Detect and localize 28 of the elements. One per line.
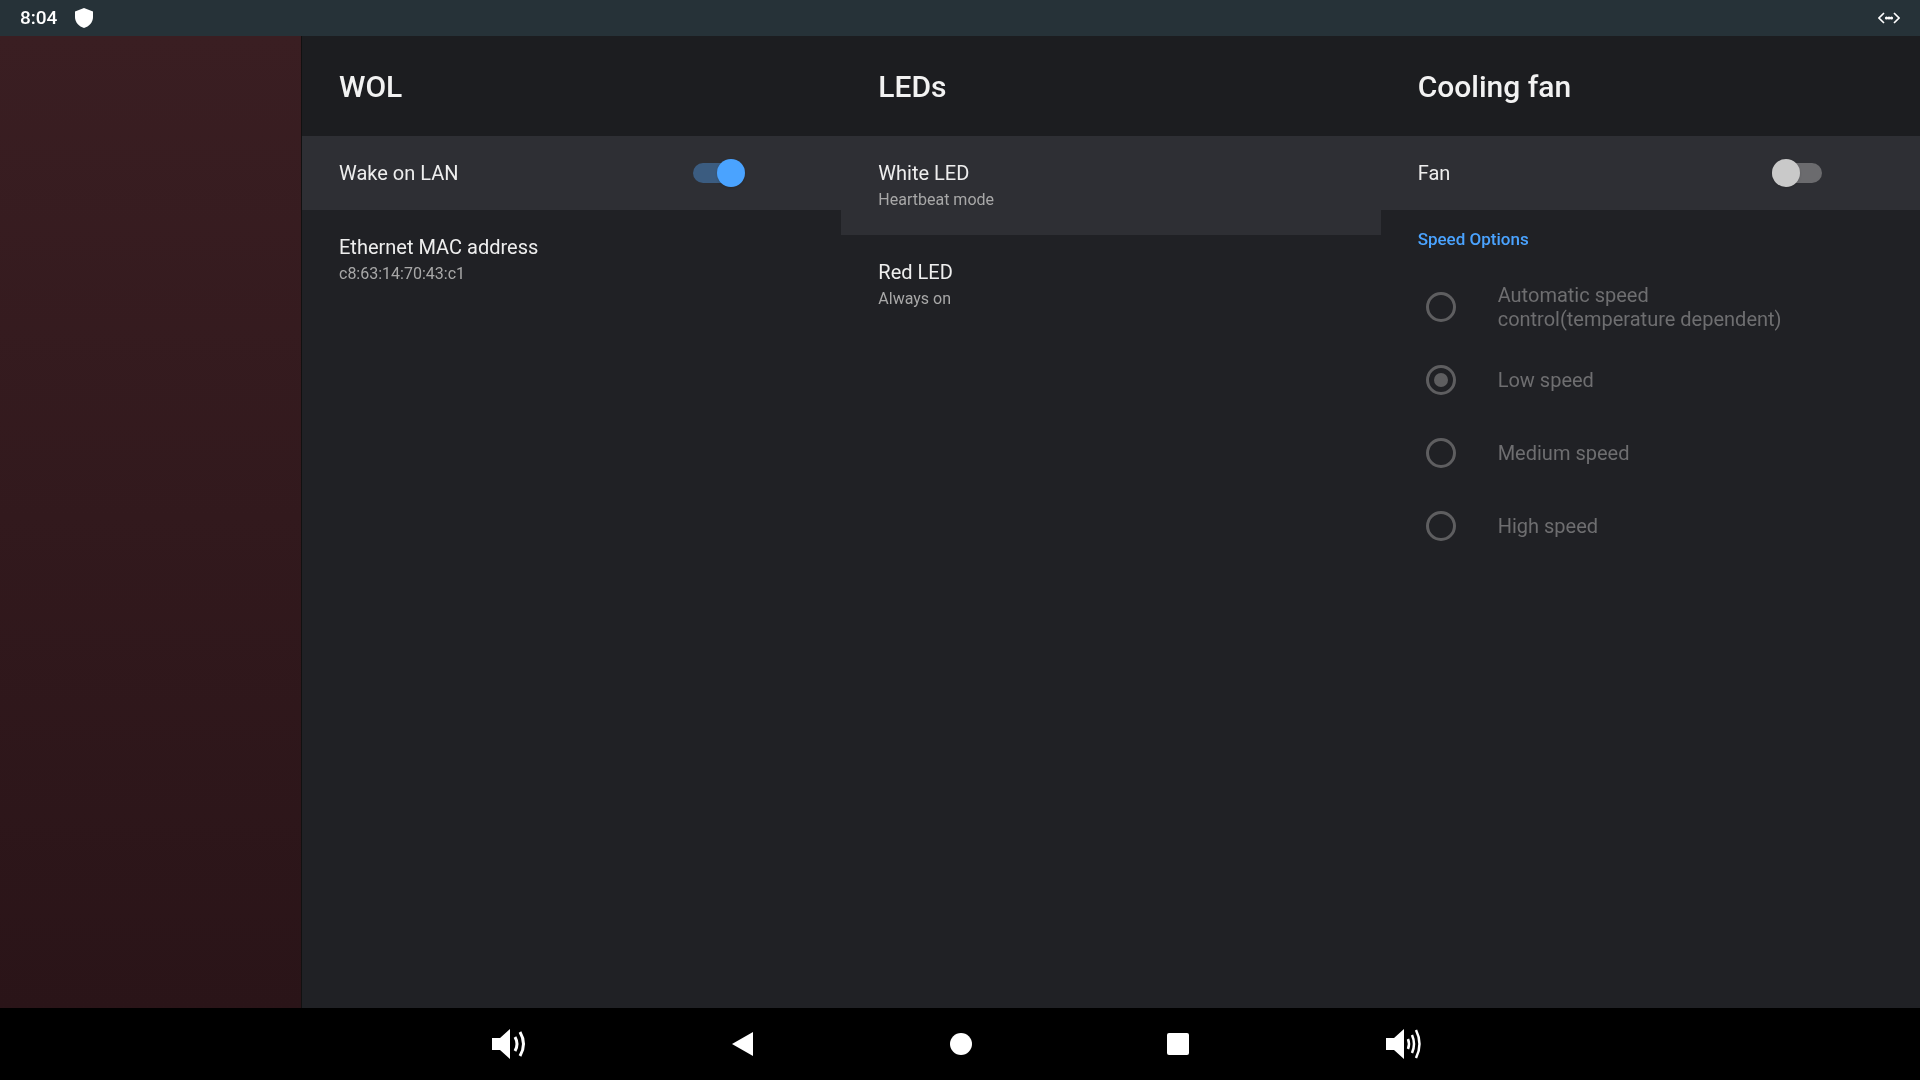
- category-header: Speed Options: [1417, 228, 1529, 252]
- home-icon[interactable]: [950, 1033, 972, 1055]
- option-label: Medium speed: [1497, 440, 1630, 465]
- setting-summary: Always on: [878, 287, 953, 310]
- setting-summary: Heartbeat mode: [878, 188, 995, 211]
- column-title: Cooling fan: [1417, 67, 1572, 106]
- settings-row[interactable]: Red LED Always on: [841, 235, 1381, 334]
- code-brackets-icon: [1878, 11, 1900, 25]
- option-label: Low speed: [1497, 367, 1594, 392]
- settings-row[interactable]: Fan: [1380, 136, 1920, 210]
- setting-label: Ethernet MAC address: [339, 233, 540, 261]
- setting-label: White LED: [878, 159, 971, 187]
- shield-icon: [75, 8, 94, 28]
- toggle-switch[interactable]: [693, 159, 746, 187]
- toggle-switch[interactable]: [1772, 159, 1824, 187]
- setting-summary: c8:63:14:70:43:c1: [339, 262, 467, 285]
- option-label: High speed: [1497, 513, 1599, 538]
- option-label: Automatic speed control(temperature dependent): [1497, 282, 1783, 331]
- column-title: LEDs: [878, 67, 947, 106]
- back-icon[interactable]: [731, 1031, 755, 1057]
- status-time: 8:04: [20, 4, 58, 31]
- settings-row[interactable]: White LED Heartbeat mode: [841, 136, 1381, 235]
- settings-row[interactable]: Ethernet MAC address c8:63:14:70:43:c1: [302, 210, 842, 309]
- setting-label: Red LED: [878, 258, 954, 286]
- settings-row[interactable]: Wake on LAN: [302, 136, 842, 210]
- setting-label: Wake on LAN: [339, 160, 459, 187]
- column-title: WOL: [339, 67, 403, 106]
- setting-label: Fan: [1417, 160, 1451, 187]
